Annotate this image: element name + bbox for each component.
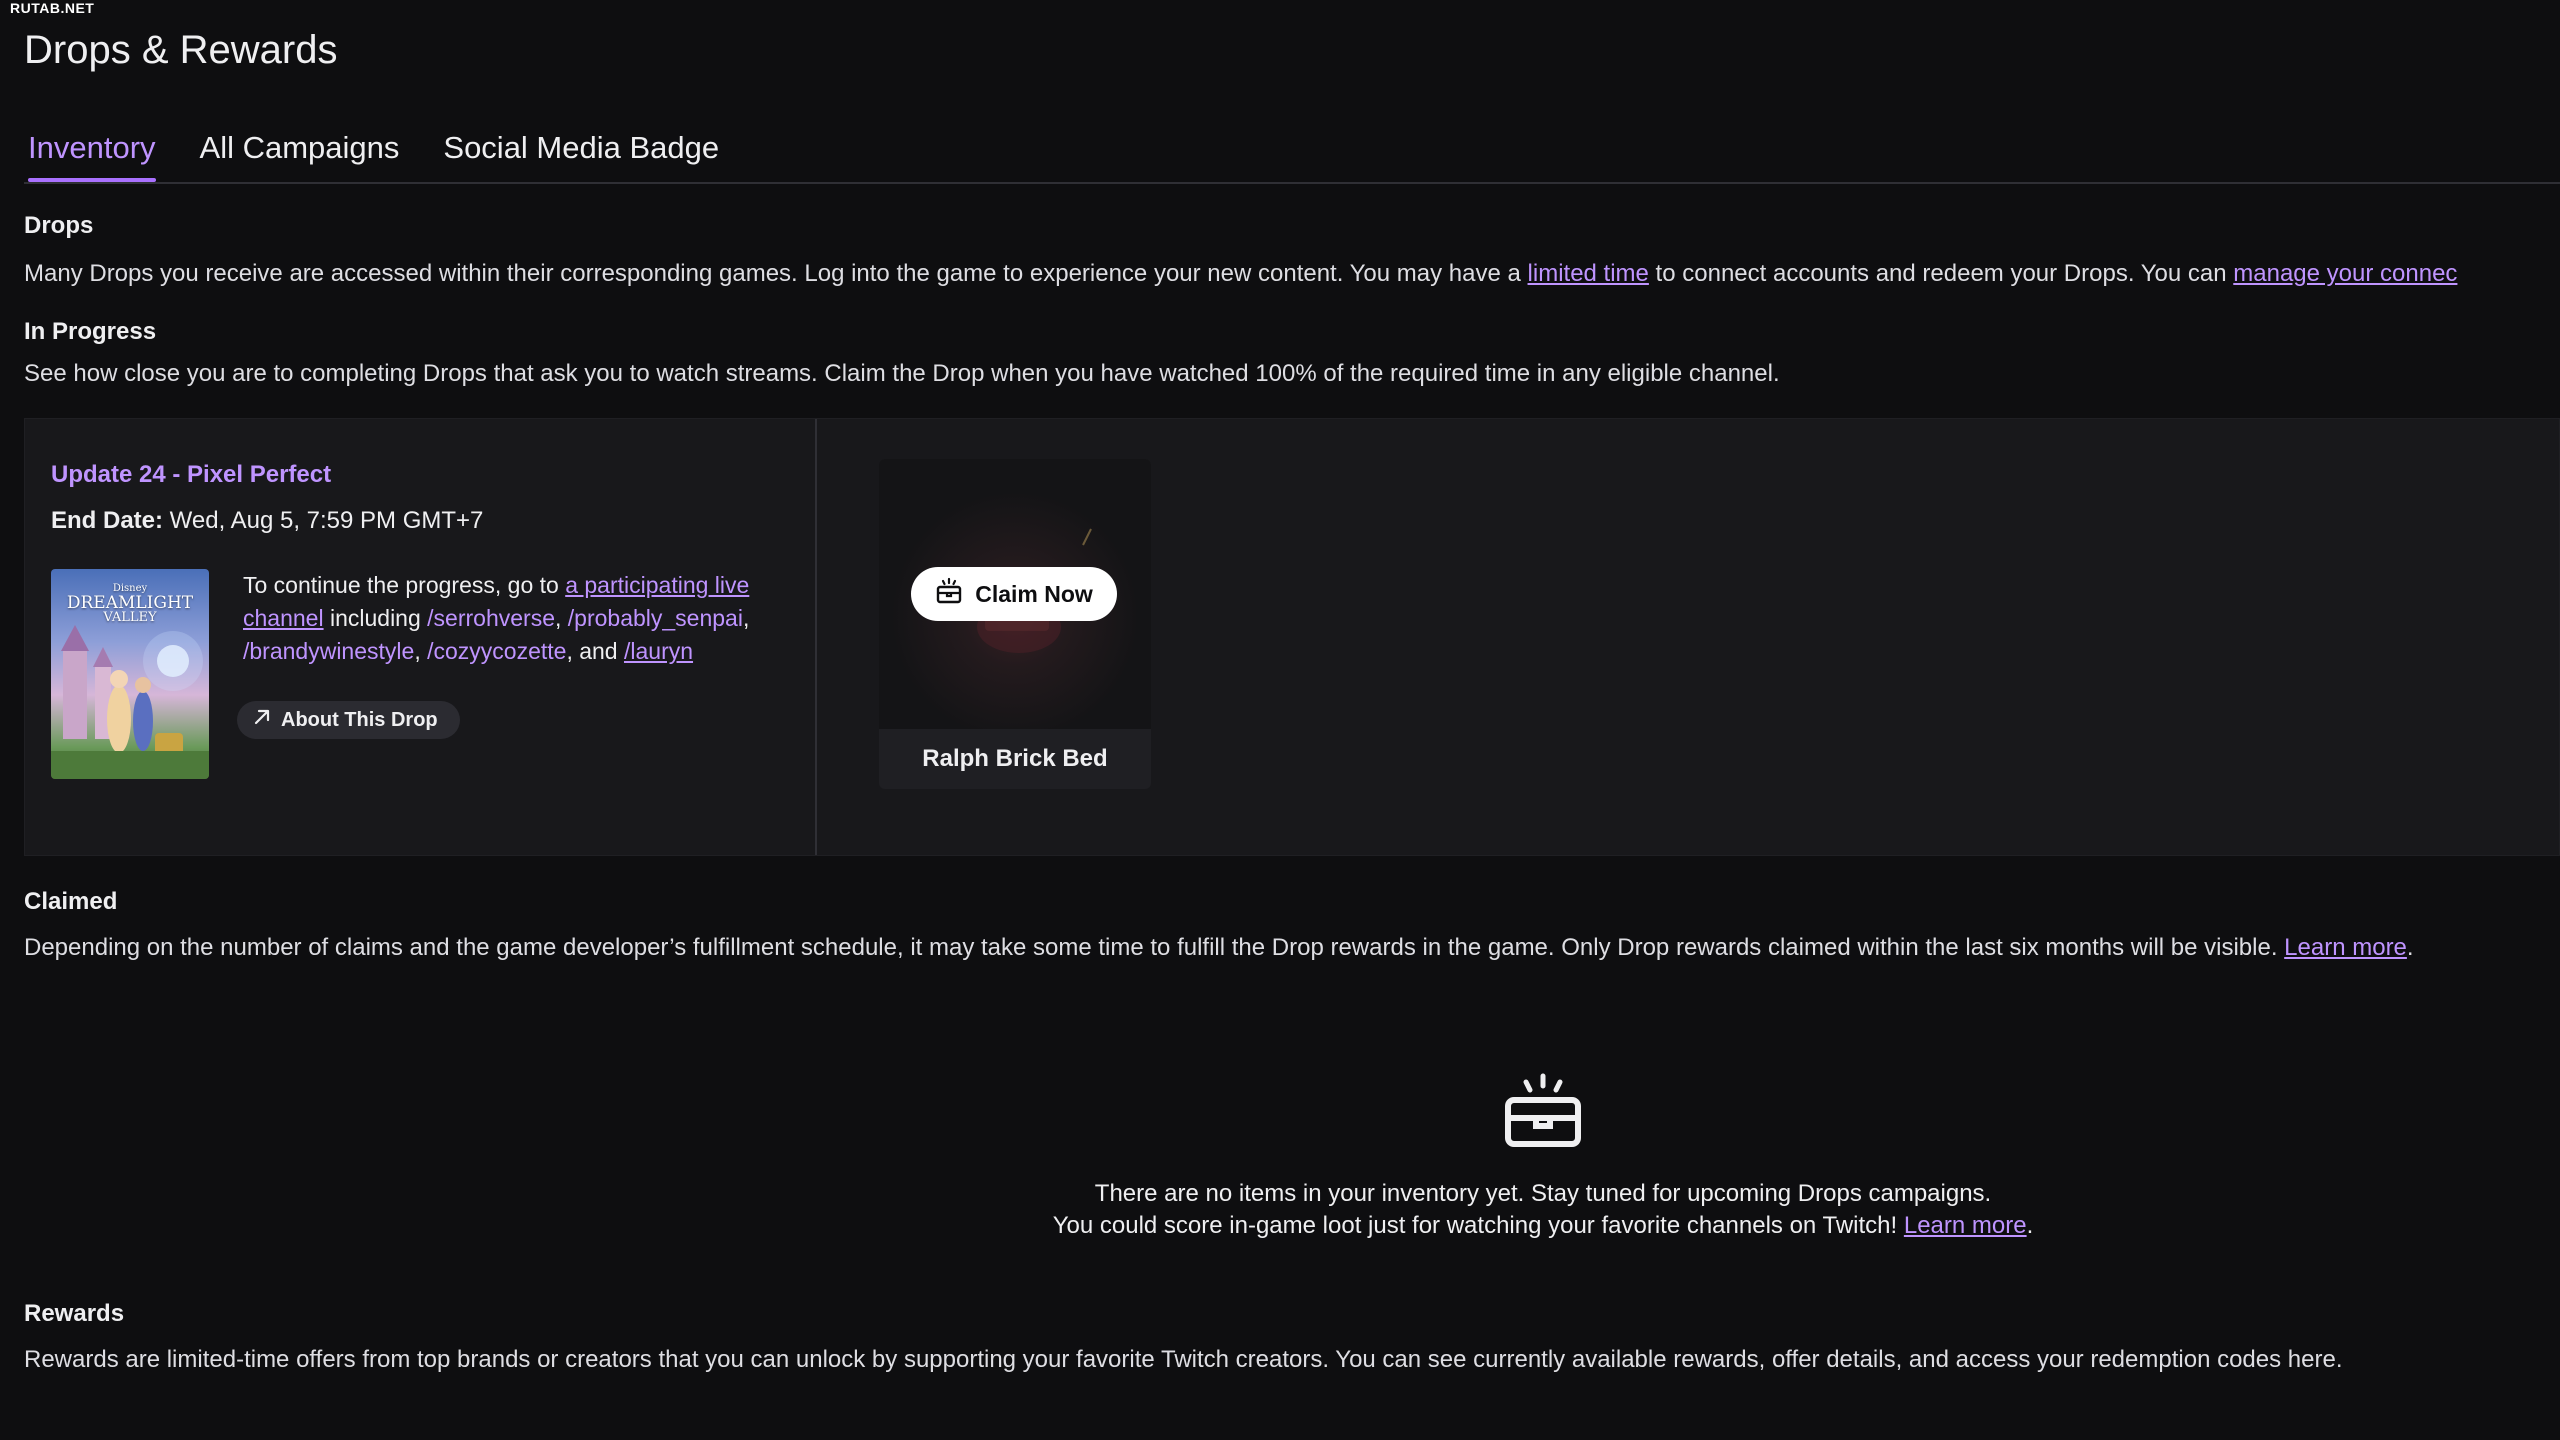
limited-time-link[interactable]: limited time: [1528, 260, 1649, 287]
end-date-label: End Date:: [51, 507, 164, 534]
arrow-up-right-icon: [253, 708, 271, 732]
channel-link-cozyycozette[interactable]: /cozyycozette: [427, 638, 566, 664]
empty-message-line-2: You could score in-game loot just for wa…: [0, 1212, 2560, 1240]
reward-name: Ralph Brick Bed: [922, 745, 1108, 772]
campaign-info: Update 24 - Pixel Perfect End Date: Wed,…: [25, 419, 817, 855]
about-this-drop-button[interactable]: About This Drop: [237, 701, 460, 739]
claim-now-button[interactable]: Claim Now: [911, 567, 1117, 621]
claimed-heading: Claimed: [24, 888, 118, 915]
reward-card: Claim Now Ralph Brick Bed: [879, 459, 1151, 789]
drops-text-2: to connect accounts and redeem your Drop…: [1648, 260, 2234, 287]
drop-box-icon: [0, 1072, 2560, 1152]
progress-instructions: To continue the progress, go to a partic…: [243, 572, 750, 664]
claim-now-label: Claim Now: [975, 580, 1093, 607]
claimed-description: Depending on the number of claims and th…: [24, 934, 2414, 962]
campaign-card: Update 24 - Pixel Perfect End Date: Wed,…: [24, 418, 2560, 856]
tab-inventory[interactable]: Inventory: [24, 124, 160, 182]
drops-description: Many Drops you receive are accessed with…: [24, 260, 2457, 288]
empty-suffix: .: [2026, 1212, 2034, 1239]
channel-link-brandywinestyle[interactable]: /brandywinestyle: [243, 638, 414, 664]
empty-learn-more-link[interactable]: Learn more: [1904, 1212, 2027, 1239]
manage-connections-link[interactable]: manage your connec: [2233, 260, 2457, 287]
progress-and: , and: [566, 638, 624, 664]
progress-including: including: [323, 605, 428, 631]
claimed-learn-more-link[interactable]: Learn more: [2284, 934, 2407, 961]
page-title: Drops & Rewards: [24, 28, 338, 72]
empty-message-line-1: There are no items in your inventory yet…: [1094, 1180, 1992, 1207]
drops-text-1: Many Drops you receive are accessed with…: [24, 260, 1528, 287]
end-date-value: Wed, Aug 5, 7:59 PM GMT+7: [163, 507, 484, 534]
rewards-heading: Rewards: [24, 1300, 125, 1327]
empty-line-2-text: You could score in-game loot just for wa…: [1052, 1212, 1904, 1239]
claimed-text: Depending on the number of claims and th…: [24, 934, 2285, 961]
drop-box-icon: [935, 577, 963, 611]
drops-rewards-page: RUTAB.NET Drops & Rewards Inventory All …: [0, 0, 2560, 1440]
game-box-art[interactable]: Disney DREAMLIGHT VALLEY: [51, 569, 209, 779]
in-progress-heading: In Progress: [24, 318, 157, 345]
watermark: RUTAB.NET: [10, 0, 95, 16]
tab-social-media-badge[interactable]: Social Media Badge: [439, 124, 723, 180]
game-logo-line2: VALLEY: [103, 610, 157, 625]
campaign-end-date: End Date: Wed, Aug 5, 7:59 PM GMT+7: [51, 507, 483, 535]
game-art-logo: Disney DREAMLIGHT VALLEY: [51, 583, 209, 624]
in-progress-description: See how close you are to completing Drop…: [24, 360, 1780, 387]
tab-all-campaigns[interactable]: All Campaigns: [196, 124, 404, 180]
channel-link-probably-senpai[interactable]: /probably_senpai: [568, 605, 743, 631]
tab-bar: Inventory All Campaigns Social Media Bad…: [24, 124, 2560, 184]
channel-link-lauryn[interactable]: /lauryn: [624, 638, 693, 664]
drops-heading: Drops: [24, 212, 94, 239]
empty-inventory-state: [0, 1072, 2560, 1152]
about-this-drop-label: About This Drop: [281, 708, 438, 731]
progress-intro: To continue the progress, go to: [243, 572, 566, 598]
reward-image: Claim Now: [879, 459, 1151, 729]
channel-link-serrohverse[interactable]: /serrohverse: [427, 605, 555, 631]
claimed-suffix: .: [2406, 934, 2414, 961]
rewards-description: Rewards are limited-time offers from top…: [24, 1346, 2343, 1373]
campaign-title[interactable]: Update 24 - Pixel Perfect: [51, 461, 331, 489]
